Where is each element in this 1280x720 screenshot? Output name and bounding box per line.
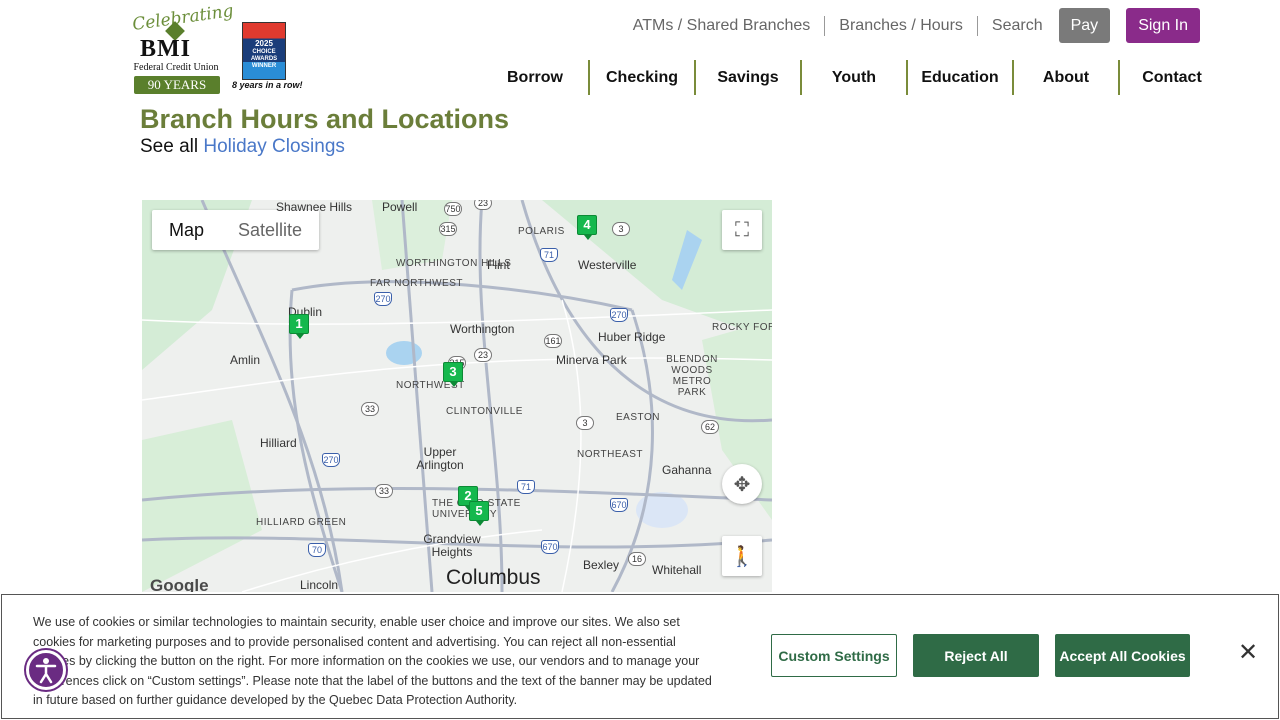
nav-about[interactable]: About [1012,60,1118,95]
award-year: 2025 [255,39,273,48]
reject-all-button[interactable]: Reject All [913,634,1039,677]
map-label-hilliard: Hilliard [260,436,297,450]
map-label-westerville: Westerville [578,258,637,272]
sign-in-button[interactable]: Sign In [1126,8,1200,43]
map-type-map[interactable]: Map [152,210,221,250]
route-shield: 71 [517,480,535,494]
logo-years-badge: 90 YEARS [134,76,220,94]
map-label-clintonville: CLINTONVILLE [446,406,523,417]
route-shield: 23 [474,348,492,362]
map-label-powell: Powell [382,200,418,214]
map-label-blendon-woods: BLENDON WOODS METRO PARK [666,354,718,398]
map-label-minerva-park: Minerva Park [556,353,627,367]
map-label-grandview-heights: Grandview Heights [423,532,481,559]
map-label-worthington: Worthington [450,322,515,336]
nav-contact[interactable]: Contact [1118,60,1224,95]
map-type-satellite[interactable]: Satellite [221,210,319,250]
route-shield: 750 [444,202,462,216]
award-text: CHOICE AWARDS WINNER [250,49,278,69]
utility-nav: ATMs / Shared Branches Branches / Hours … [619,8,1200,43]
branch-marker-1[interactable]: 1 [289,314,309,339]
route-shield: 270 [322,453,340,467]
route-shield: 71 [540,248,558,262]
route-shield: 62 [701,420,719,434]
branch-marker-5[interactable]: 5 [469,501,489,526]
cookie-banner: We use of cookies or similar technologie… [1,594,1279,719]
cookie-text: We use of cookies or similar technologie… [33,615,712,707]
map-label-flint: Flint [487,258,510,272]
map-label-hilliard-green: HILLIARD GREEN [256,517,347,528]
branches-hours-link[interactable]: Branches / Hours [824,15,977,36]
page-title: Branch Hours and Locations [140,104,510,134]
close-icon[interactable]: ✕ [1238,641,1258,665]
branch-marker-3[interactable]: 3 [443,362,463,387]
accept-all-cookies-button[interactable]: Accept All Cookies [1055,634,1190,677]
map-label-huber-ridge: Huber Ridge [598,330,666,344]
branch-map[interactable]: Map Satellite ⛶ ✥ 🚶 Shawnee Hills Powell… [142,200,772,592]
main-nav: Borrow Checking Savings Youth Education … [482,60,1224,95]
bmi-logo[interactable]: Celebrating BMI Federal Credit Union 90 … [126,1,303,98]
route-shield: 670 [610,498,628,512]
map-label-rocky-fork: ROCKY FORK-BLACKLICK [712,322,772,333]
route-shield: 3 [612,222,630,236]
map-type-control: Map Satellite [152,210,320,250]
atms-link[interactable]: ATMs / Shared Branches [619,16,825,36]
map-label-polaris: POLARIS [518,226,565,237]
route-shield: 270 [610,308,628,322]
route-shield: 33 [361,402,379,416]
see-all-prefix: See all [140,136,204,157]
map-label-whitehall: Whitehall [652,563,702,577]
route-shield: 315 [439,222,457,236]
map-label-gahanna: Gahanna [662,463,712,477]
route-shield: 270 [374,292,392,306]
nav-education[interactable]: Education [906,60,1012,95]
map-label-columbus: Columbus [446,566,541,589]
route-shield: 161 [544,334,562,348]
google-logo: Google [150,576,209,592]
map-label-bexley: Bexley [583,558,620,572]
holiday-closings-link[interactable]: Holiday Closings [203,136,345,157]
custom-settings-button[interactable]: Custom Settings [771,634,897,677]
route-shield: 3 [576,416,594,430]
see-all-text: See all Holiday Closings [140,136,345,158]
route-shield: 33 [375,484,393,498]
search-link[interactable]: Search [976,15,1057,36]
branch-marker-4[interactable]: 4 [577,215,597,240]
nav-youth[interactable]: Youth [800,60,906,95]
route-shield: 23 [474,200,492,210]
nav-borrow[interactable]: Borrow [482,60,588,95]
award-caption: 8 years in a row! [232,80,303,90]
logo-bmi-text: BMI [140,36,191,62]
map-label-lincoln: Lincoln [300,578,339,592]
accessibility-icon[interactable] [26,650,66,690]
page: Celebrating BMI Federal Credit Union 90 … [0,0,1280,720]
map-label-northeast: NORTHEAST [577,449,643,460]
logo-subtitle: Federal Credit Union [133,62,219,73]
map-label-far-northwest: FAR NORTHWEST [370,278,463,289]
route-shield: 670 [541,540,559,554]
nav-checking[interactable]: Checking [588,60,694,95]
pay-button[interactable]: Pay [1058,8,1111,43]
camera-control-icon[interactable]: ✥ [722,464,762,504]
pegman-icon[interactable]: 🚶 [722,536,762,576]
map-label-easton: EASTON [616,412,660,423]
award-badge: 2025 CHOICE AWARDS WINNER [242,22,286,80]
route-shield: 16 [628,552,646,566]
map-label-shawnee-hills: Shawnee Hills [276,200,353,214]
nav-savings[interactable]: Savings [694,60,800,95]
route-shield: 70 [308,543,326,557]
map-label-upper-arlington: Upper Arlington [416,445,464,472]
fullscreen-icon[interactable]: ⛶ [722,210,762,250]
map-label-amlin: Amlin [230,353,261,367]
